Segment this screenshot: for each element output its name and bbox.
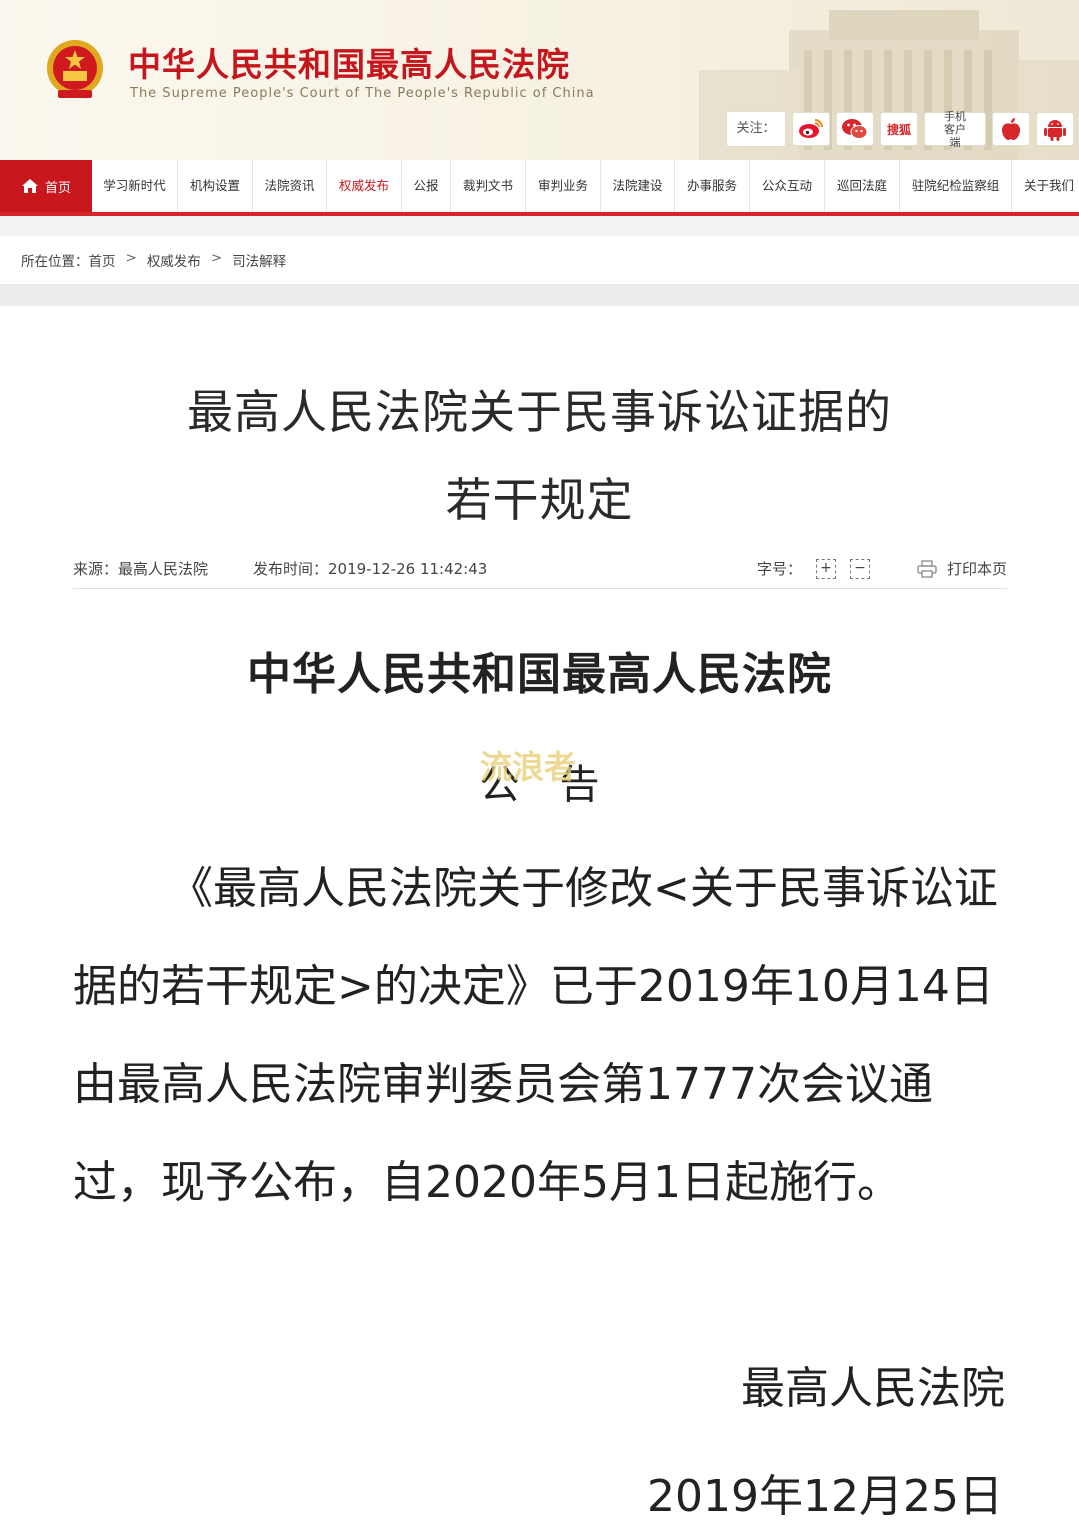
font-size-control: 字号： + − xyxy=(757,558,871,579)
wechat-icon xyxy=(842,119,868,139)
breadcrumb-judicial-interpretation[interactable]: 司法解释 xyxy=(232,250,286,270)
article-meta: 来源：最高人民法院 发布时间：2019-12-26 11:42:43 字号： +… xyxy=(73,558,1007,589)
follow-bar: 关注： 搜狐 手机客户端 xyxy=(726,109,1074,149)
nav-item-judgments[interactable]: 裁判文书 xyxy=(451,160,526,212)
printer-icon xyxy=(917,559,937,578)
nav-item-gazette[interactable]: 公报 xyxy=(402,160,451,212)
breadcrumb-separator: > xyxy=(125,250,137,266)
nav-item-construction[interactable]: 法院建设 xyxy=(601,160,675,212)
nav-home-label: 首页 xyxy=(44,180,71,196)
nav-item-services[interactable]: 办事服务 xyxy=(675,160,750,212)
article-title-line-1: 最高人民法院关于民事诉讼证据的 xyxy=(187,385,892,439)
breadcrumb: 所在位置： 首页 > 权威发布 > 司法解释 xyxy=(21,250,286,270)
main-nav: 首页 学习新时代 机构设置 法院资讯 权威发布 公报 裁判文书 审判业务 法院建… xyxy=(0,160,1079,217)
print-label: 打印本页 xyxy=(946,560,1007,578)
nav-item-trial[interactable]: 审判业务 xyxy=(526,160,601,212)
article-date: 2019年12月25日 xyxy=(647,1471,1003,1522)
article-signature: 最高人民法院 xyxy=(741,1363,1005,1414)
weibo-icon xyxy=(799,119,823,138)
article-publish-time: 发布时间：2019-12-26 11:42:43 xyxy=(253,560,488,578)
watermark-text: 流浪者 xyxy=(480,748,577,786)
article-body: 《最高人民法院关于修改<关于民事诉讼证据的若干规定>的决定》已于2019年10月… xyxy=(73,863,998,1208)
national-emblem-icon xyxy=(47,40,103,98)
mobile-client-button[interactable]: 手机客户端 xyxy=(924,109,986,149)
sohu-button[interactable]: 搜狐 xyxy=(880,112,918,146)
zoom-out-button[interactable]: − xyxy=(850,558,871,579)
sohu-icon: 搜狐 xyxy=(886,122,911,137)
nav-item-discipline[interactable]: 驻院纪检监察组 xyxy=(900,160,1012,212)
site-subtitle: The Supreme People's Court of The People… xyxy=(130,86,595,101)
breadcrumb-home[interactable]: 首页 xyxy=(89,250,116,270)
weibo-button[interactable] xyxy=(792,112,830,146)
article-source: 来源：最高人民法院 xyxy=(73,560,209,578)
wechat-button[interactable] xyxy=(836,112,874,146)
apple-button[interactable] xyxy=(992,112,1030,146)
nav-items: 学习新时代 机构设置 法院资讯 权威发布 公报 裁判文书 审判业务 法院建设 办… xyxy=(92,160,1079,212)
follow-label: 关注： xyxy=(726,111,786,147)
nav-item-releases[interactable]: 权威发布 xyxy=(327,160,402,212)
nav-item-study[interactable]: 学习新时代 xyxy=(92,160,178,212)
nav-item-interaction[interactable]: 公众互动 xyxy=(750,160,825,212)
site-header: 中华人民共和国最高人民法院 The Supreme People's Court… xyxy=(0,0,1079,160)
mobile-client-label: 手机客户端 xyxy=(944,109,966,149)
android-button[interactable] xyxy=(1036,112,1074,146)
nav-item-organization[interactable]: 机构设置 xyxy=(178,160,253,212)
breadcrumb-separator: > xyxy=(210,250,223,266)
breadcrumb-prefix: 所在位置： xyxy=(21,254,89,270)
breadcrumb-bar: 所在位置： 首页 > 权威发布 > 司法解释 xyxy=(0,236,1079,284)
print-button[interactable]: 打印本页 xyxy=(917,558,1007,579)
nav-spacer xyxy=(0,216,1079,236)
breadcrumb-releases[interactable]: 权威发布 xyxy=(147,250,201,270)
apple-icon xyxy=(1002,118,1020,140)
breadcrumb-divider xyxy=(0,284,1079,306)
nav-item-about[interactable]: 关于我们 xyxy=(1012,160,1079,212)
article-title: 最高人民法院关于民事诉讼证据的 若干规定 xyxy=(0,368,1079,544)
nav-item-circuit[interactable]: 巡回法庭 xyxy=(825,160,900,212)
site-title[interactable]: 中华人民共和国最高人民法院 xyxy=(128,38,570,86)
android-icon xyxy=(1044,120,1066,141)
nav-item-news[interactable]: 法院资讯 xyxy=(253,160,327,212)
nav-home[interactable]: 首页 xyxy=(0,160,92,212)
font-size-label: 字号： xyxy=(757,560,803,578)
home-icon xyxy=(21,179,38,193)
issuing-organization: 中华人民共和国最高人民法院 xyxy=(247,649,832,700)
article-title-line-2: 若干规定 xyxy=(445,473,634,527)
zoom-in-button[interactable]: + xyxy=(816,558,837,579)
